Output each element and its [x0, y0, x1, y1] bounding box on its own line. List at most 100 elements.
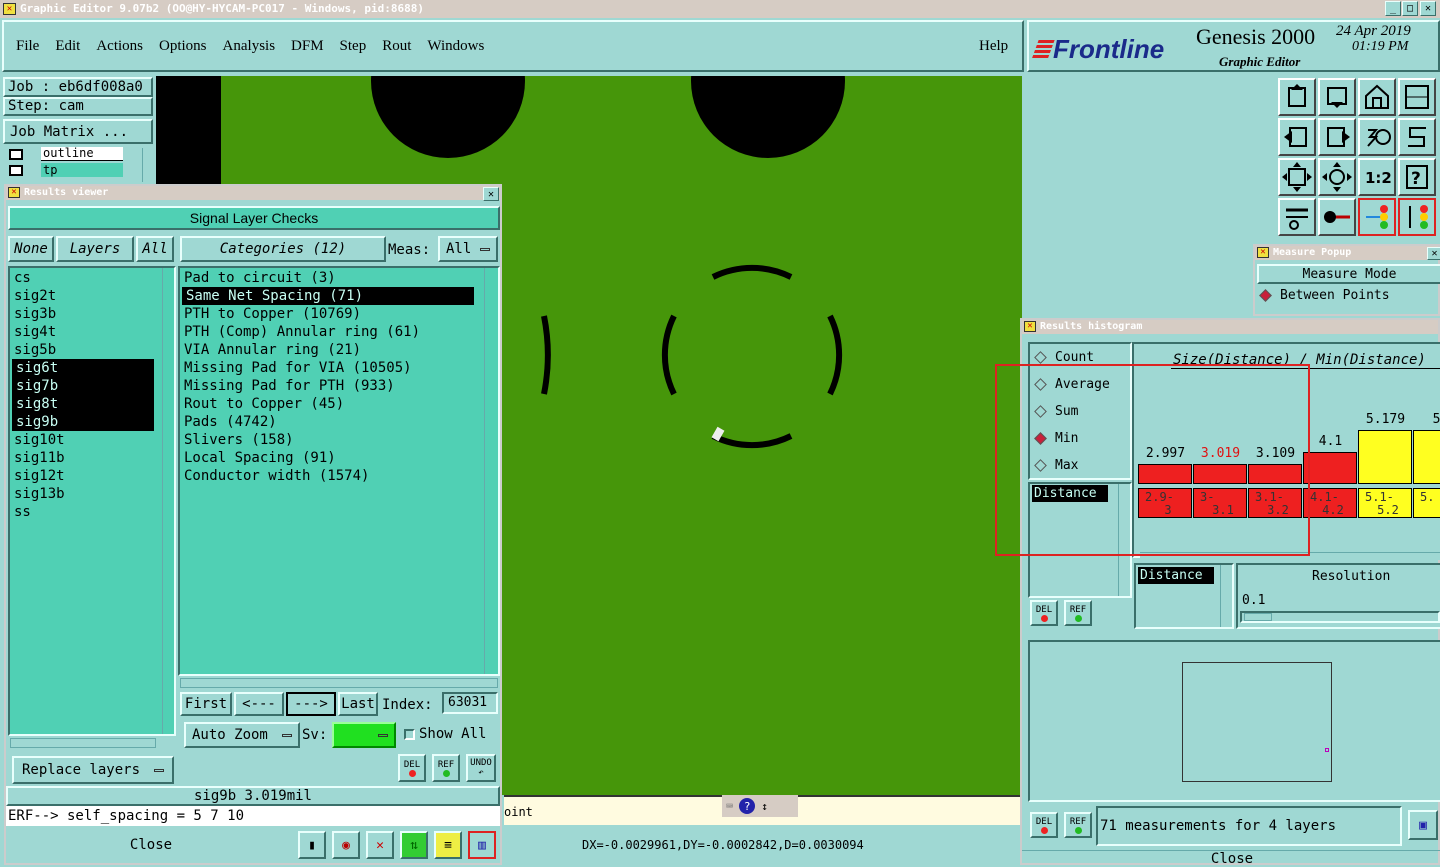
layer-item[interactable]: sig12t: [10, 467, 174, 485]
category-item[interactable]: Pads (4742): [180, 413, 498, 431]
net-icon[interactable]: [1398, 198, 1436, 236]
pan-left-icon[interactable]: [1278, 118, 1316, 156]
layer-checkbox[interactable]: [9, 165, 23, 176]
prev-button[interactable]: <---: [234, 692, 284, 716]
menu-edit[interactable]: Edit: [55, 38, 80, 55]
category-item[interactable]: Local Spacing (91): [180, 449, 498, 467]
zoom-fit-icon[interactable]: [1278, 158, 1316, 196]
signal-icon[interactable]: [1358, 198, 1396, 236]
minimize-button[interactable]: _: [1385, 1, 1401, 16]
layer-item[interactable]: sig3b: [10, 305, 174, 323]
menu-analysis[interactable]: Analysis: [223, 38, 276, 55]
show-all-checkbox[interactable]: Show All: [404, 726, 486, 742]
ref-button[interactable]: REF: [432, 754, 460, 782]
auto-zoom-dropdown[interactable]: Auto Zoom: [184, 722, 300, 748]
results-viewer-close[interactable]: ✕: [483, 187, 499, 201]
layer-checkbox[interactable]: [9, 149, 23, 160]
none-button[interactable]: None: [8, 236, 54, 262]
layer-item[interactable]: cs: [10, 269, 174, 287]
layer-list-hscroll[interactable]: [10, 738, 156, 748]
layers-button[interactable]: Layers: [56, 236, 134, 262]
del-button[interactable]: DEL: [398, 754, 426, 782]
layer-color-icon[interactable]: ▮: [298, 831, 326, 859]
menu-options[interactable]: Options: [159, 38, 207, 55]
first-button[interactable]: First: [180, 692, 232, 716]
menu-windows[interactable]: Windows: [427, 38, 484, 55]
results-close-button[interactable]: Close: [6, 830, 296, 860]
mirror-icon[interactable]: [1398, 118, 1436, 156]
category-item[interactable]: Slivers (158): [180, 431, 498, 449]
help-circle-icon[interactable]: ?: [739, 798, 756, 814]
histogram-icon[interactable]: ▥: [468, 831, 496, 859]
layer-list-scrollbar[interactable]: [162, 268, 174, 734]
menu-actions[interactable]: Actions: [96, 38, 143, 55]
index-input[interactable]: 63031: [442, 692, 498, 714]
zoom-center-icon[interactable]: [1318, 158, 1356, 196]
report-icon[interactable]: ▣: [1408, 810, 1438, 840]
rotate-icon[interactable]: [1358, 118, 1396, 156]
histogram-bar[interactable]: [1303, 452, 1357, 484]
between-points-option[interactable]: Between Points: [1259, 288, 1390, 303]
category-item[interactable]: Conductor width (1574): [180, 467, 498, 485]
category-item[interactable]: VIA Annular ring (21): [180, 341, 498, 359]
summary-del-button[interactable]: DEL: [1030, 812, 1058, 838]
menu-dfm[interactable]: DFM: [291, 38, 324, 55]
layer-item[interactable]: sig13b: [10, 485, 174, 503]
all-layers-button[interactable]: All: [136, 236, 174, 262]
pan-right-icon[interactable]: [1318, 118, 1356, 156]
record-icon[interactable]: ◉: [332, 831, 360, 859]
category-list-hscroll[interactable]: [180, 678, 498, 688]
home-icon[interactable]: [1358, 78, 1396, 116]
tools-icon[interactable]: [1278, 198, 1316, 236]
scale-1-2-icon[interactable]: 1:2: [1358, 158, 1396, 196]
layer-item[interactable]: sig5b: [10, 341, 174, 359]
compare-icon[interactable]: ⇅: [400, 831, 428, 859]
job-matrix-button[interactable]: Job Matrix ...: [3, 119, 153, 144]
category-item[interactable]: PTH to Copper (10769): [180, 305, 498, 323]
category-item[interactable]: Pad to circuit (3): [180, 269, 498, 287]
field2-distance[interactable]: Distance: [1138, 567, 1214, 584]
layer-item[interactable]: ss: [10, 503, 174, 521]
category-item[interactable]: Missing Pad for VIA (10505): [180, 359, 498, 377]
window-view-icon[interactable]: [1398, 78, 1436, 116]
ref-clear-icon[interactable]: ✕: [366, 831, 394, 859]
histogram-bar[interactable]: [1358, 430, 1412, 484]
menu-step[interactable]: Step: [340, 38, 367, 55]
replace-layers-dropdown[interactable]: Replace layers: [12, 756, 174, 784]
categories-button[interactable]: Categories (12): [180, 236, 386, 262]
layer-item[interactable]: sig8t: [12, 395, 154, 413]
menu-help[interactable]: Help: [979, 38, 1008, 55]
histogram-bar[interactable]: [1413, 430, 1440, 484]
zoom-home-icon[interactable]: [1278, 78, 1316, 116]
next-button[interactable]: --->: [286, 692, 336, 716]
summary-ref-button[interactable]: REF: [1064, 812, 1092, 838]
layer-item[interactable]: sig6t: [12, 359, 154, 377]
category-item[interactable]: PTH (Comp) Annular ring (61): [180, 323, 498, 341]
help-icon[interactable]: ?: [1398, 158, 1436, 196]
layer-item[interactable]: sig4t: [10, 323, 174, 341]
histogram-close-button[interactable]: Close: [1022, 850, 1440, 867]
measure-popup-close[interactable]: ✕: [1427, 247, 1440, 260]
measure-icon[interactable]: [1318, 198, 1356, 236]
category-list-scrollbar[interactable]: [484, 268, 496, 674]
histogram-ref-button[interactable]: REF: [1064, 600, 1092, 626]
undo-button[interactable]: UNDO ↶: [466, 754, 496, 782]
menu-file[interactable]: File: [16, 38, 39, 55]
resolution-slider[interactable]: [1240, 611, 1440, 623]
sv-color-dropdown[interactable]: [332, 722, 396, 748]
histogram-del-button[interactable]: DEL: [1030, 600, 1058, 626]
layer-tp[interactable]: tp: [41, 163, 123, 177]
close-window-button[interactable]: ✕: [1420, 1, 1436, 16]
category-item[interactable]: Same Net Spacing (71): [182, 287, 474, 305]
layer-item[interactable]: sig11b: [10, 449, 174, 467]
resize-icon[interactable]: ↕: [761, 800, 768, 813]
category-item[interactable]: Rout to Copper (45): [180, 395, 498, 413]
notes-icon[interactable]: ≡: [434, 831, 462, 859]
layer-item[interactable]: sig10t: [10, 431, 174, 449]
layer-item[interactable]: sig9b: [12, 413, 154, 431]
layer-item[interactable]: sig2t: [10, 287, 174, 305]
meas-dropdown[interactable]: All: [438, 236, 498, 262]
field2-scrollbar[interactable]: [1220, 565, 1232, 627]
layer-item[interactable]: sig7b: [12, 377, 154, 395]
category-item[interactable]: Missing Pad for PTH (933): [180, 377, 498, 395]
